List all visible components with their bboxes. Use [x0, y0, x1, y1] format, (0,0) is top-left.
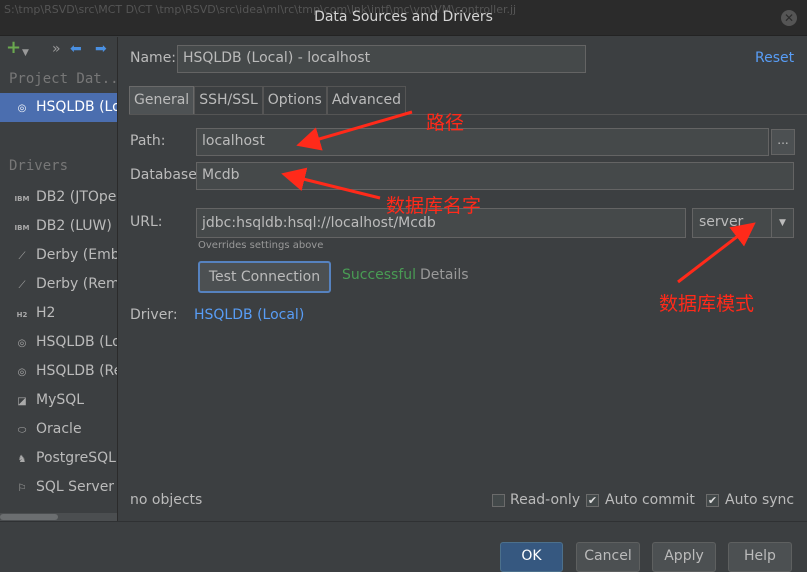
project-data-sources-header: Project Dat... [9, 71, 117, 87]
hsqldb-icon: ◎ [17, 103, 27, 114]
sidebar-item-driver[interactable]: ⟋ Derby (Embedded) [0, 241, 118, 270]
url-label: URL: [130, 214, 163, 230]
derby-icon: ⟋ [18, 251, 26, 262]
mode-select-value: server [699, 214, 744, 230]
drivers-header: Drivers [9, 158, 69, 174]
derby-icon: ⟋ [18, 280, 26, 291]
window-title: Data Sources and Drivers [314, 9, 493, 25]
driver-link[interactable]: HSQLDB (Local) [194, 307, 304, 323]
add-icon[interactable]: + [6, 37, 21, 58]
tab-ssh-ssl[interactable]: SSH/SSL [194, 86, 263, 114]
sidebar-toolbar: + ▼ » ⬅ ➡ [0, 37, 117, 65]
driver-label: H2 [36, 305, 56, 321]
autocommit-checkbox[interactable]: ✔ [586, 494, 599, 507]
oracle-icon: ⬭ [17, 425, 27, 436]
sidebar-scrollbar[interactable] [0, 513, 117, 521]
driver-label: Driver: [130, 307, 178, 323]
forward-arrow-icon[interactable]: ➡ [95, 41, 107, 57]
sidebar-item-driver[interactable]: ⬭ Oracle [0, 415, 117, 444]
annotation-mode: 数据库模式 [659, 293, 755, 315]
test-status: Successful [342, 267, 417, 283]
sidebar-item-driver[interactable]: ♞ PostgreSQL [0, 444, 117, 473]
tab-general[interactable]: General [129, 86, 195, 114]
driver-label: HSQLDB (Remote) [36, 363, 117, 379]
apply-button[interactable]: Apply [652, 542, 716, 572]
path-input[interactable]: localhost [196, 128, 769, 156]
driver-label: PostgreSQL [36, 450, 116, 466]
mode-select[interactable]: server ▼ [692, 208, 794, 238]
readonly-checkbox[interactable] [492, 494, 505, 507]
autosync-checkbox[interactable]: ✔ [706, 494, 719, 507]
dropdown-icon[interactable]: ▼ [22, 48, 29, 58]
sqlserver-icon: ⚐ [17, 483, 27, 494]
sidebar: + ▼ » ⬅ ➡ Project Dat... ◎ HSQLDB (Local)… [0, 37, 118, 521]
sidebar-item-driver[interactable]: ⚐ SQL Server [0, 473, 117, 502]
ibm-icon: IBM [14, 195, 30, 203]
sidebar-item-driver[interactable]: ◪ MySQL [0, 386, 117, 415]
database-label: Database [130, 167, 197, 183]
sidebar-item-driver[interactable]: IBM DB2 (JTOpen) [0, 183, 117, 212]
annotation-database: 数据库名字 [386, 195, 482, 217]
back-arrow-icon[interactable]: ⬅ [70, 41, 82, 57]
sidebar-item-driver[interactable]: IBM DB2 (LUW) [0, 212, 117, 241]
driver-label: Derby (Embedded) [36, 247, 117, 263]
driver-label: Oracle [36, 421, 82, 437]
name-label: Name: [130, 50, 177, 66]
sidebar-item-driver[interactable]: ◎ HSQLDB (Local) [0, 328, 117, 357]
title-bar: S:\tmp\RSVD\src\MCT D\CT \tmp\RSVD\src\i… [0, 0, 807, 36]
close-icon[interactable]: ✕ [781, 10, 797, 26]
tab-options[interactable]: Options [262, 86, 327, 114]
settings-tabs: General SSH/SSL Options Advanced [129, 86, 406, 114]
autosync-label: Auto sync [725, 492, 795, 508]
details-link[interactable]: Details [420, 267, 469, 283]
tab-divider [129, 114, 807, 115]
readonly-label: Read-only [510, 492, 581, 508]
test-connection-button[interactable]: Test Connection [198, 261, 331, 293]
scrollbar-thumb[interactable] [0, 514, 58, 520]
chevron-down-icon[interactable]: ▼ [771, 209, 793, 237]
database-input[interactable]: Mcdb [196, 162, 794, 190]
h2-icon: H2 [16, 311, 28, 319]
expand-icon[interactable]: » [52, 41, 61, 57]
cancel-button[interactable]: Cancel [576, 542, 640, 572]
annotation-path: 路径 [426, 112, 465, 134]
browse-button[interactable]: ... [771, 129, 795, 155]
url-hint: Overrides settings above [198, 240, 324, 251]
checkmark-icon: ✔ [587, 494, 598, 507]
sidebar-item-driver[interactable]: H2 H2 [0, 299, 117, 328]
ok-button[interactable]: OK [500, 542, 563, 572]
driver-label: DB2 (JTOpen) [36, 189, 117, 205]
objects-status: no objects [130, 492, 203, 508]
driver-label: DB2 (LUW) [36, 218, 112, 234]
reset-link[interactable]: Reset [755, 50, 794, 66]
driver-label: HSQLDB (Local) [36, 334, 117, 350]
mysql-icon: ◪ [17, 396, 27, 407]
dialog-button-bar: OK Cancel Apply Help [0, 521, 807, 572]
driver-label: Derby (Remote) [36, 276, 117, 292]
sidebar-item-driver[interactable]: ⟋ Derby (Remote) [0, 270, 118, 299]
sidebar-item-hsqldb-local-datasource[interactable]: ◎ HSQLDB (Local) [0, 93, 117, 122]
ibm-icon: IBM [14, 224, 30, 232]
help-button[interactable]: Help [728, 542, 792, 572]
sidebar-item-label: HSQLDB (Local) [36, 99, 117, 115]
name-input[interactable]: HSQLDB (Local) - localhost [177, 45, 586, 73]
driver-label: MySQL [36, 392, 85, 408]
hsqldb-icon: ◎ [17, 367, 27, 378]
path-label: Path: [130, 133, 166, 149]
hsqldb-icon: ◎ [17, 338, 27, 349]
checkmark-icon: ✔ [707, 494, 718, 507]
tab-advanced[interactable]: Advanced [326, 86, 406, 114]
sidebar-item-driver[interactable]: ◎ HSQLDB (Remote) [0, 357, 117, 386]
postgresql-icon: ♞ [17, 454, 27, 465]
driver-label: SQL Server [36, 479, 115, 495]
autocommit-label: Auto commit [605, 492, 695, 508]
